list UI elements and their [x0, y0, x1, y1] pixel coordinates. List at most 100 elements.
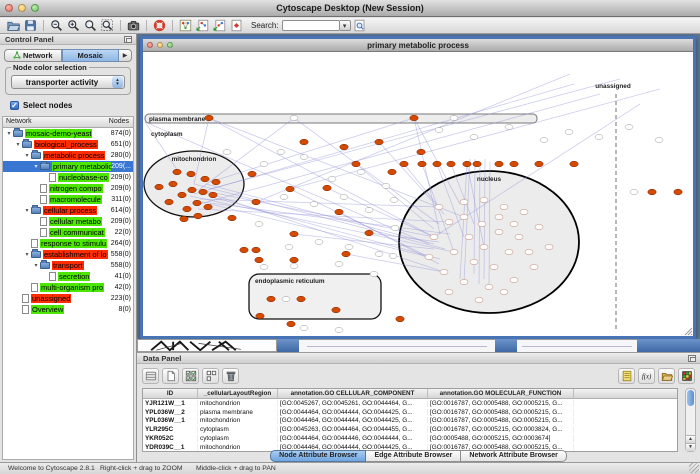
network-node[interactable] [440, 269, 448, 274]
network-node-selected[interactable] [256, 313, 264, 319]
network-node-selected[interactable] [297, 296, 305, 302]
network-node[interactable] [425, 254, 433, 259]
network-node-selected[interactable] [674, 189, 682, 195]
disclosure-triangle-icon[interactable]: ▾ [23, 152, 31, 159]
network-node[interactable] [223, 150, 231, 155]
heatmap-icon[interactable] [678, 368, 695, 384]
network-node-selected[interactable] [340, 144, 348, 150]
select-nodes-checkbox[interactable]: ✓ [10, 101, 19, 110]
tree-column-headers[interactable]: Network Nodes [2, 116, 134, 127]
network-node-selected[interactable] [473, 161, 481, 167]
network-node-selected[interactable] [209, 192, 217, 198]
tree-row[interactable]: Overview8(0) [3, 304, 133, 315]
network-node[interactable] [391, 226, 399, 231]
network-node[interactable] [480, 197, 488, 202]
network-node[interactable] [535, 224, 543, 229]
network-node-selected[interactable] [463, 161, 471, 167]
network-node-selected[interactable] [342, 251, 350, 257]
network-node[interactable] [450, 249, 458, 254]
network-node-selected[interactable] [240, 247, 248, 253]
background-window-edge[interactable] [637, 339, 700, 352]
network-node[interactable] [435, 204, 443, 209]
network-node[interactable] [450, 116, 458, 121]
network-node[interactable] [520, 209, 528, 214]
save-session-icon[interactable] [22, 19, 39, 33]
background-window-edge[interactable] [495, 339, 517, 352]
network-node-selected[interactable] [286, 186, 294, 192]
window-resize-grip[interactable] [689, 463, 699, 473]
background-network-fragment[interactable] [137, 339, 277, 352]
tab-network[interactable]: Network [4, 49, 62, 62]
background-window-edge[interactable] [277, 339, 299, 352]
network-node[interactable] [495, 214, 503, 219]
network-node[interactable] [260, 265, 268, 270]
tree-row[interactable]: macromolecule311(0) [3, 194, 133, 205]
network-node[interactable] [630, 190, 638, 195]
network-node[interactable] [445, 219, 453, 224]
network-node-selected[interactable] [388, 169, 396, 175]
network-node[interactable] [390, 198, 398, 203]
table-column-header[interactable]: _cellularLayoutRegion [198, 389, 278, 398]
network-node[interactable] [277, 150, 285, 155]
network-node-selected[interactable] [410, 115, 418, 121]
network-node[interactable] [460, 214, 468, 219]
network-node[interactable] [335, 262, 343, 267]
zoom-out-icon[interactable] [48, 19, 65, 33]
table-column-header[interactable]: annotation.GO CELLULAR_COMPONENT [278, 389, 428, 398]
network-node[interactable] [370, 272, 378, 277]
network-node[interactable] [478, 221, 486, 226]
network-node-selected[interactable] [433, 161, 441, 167]
network-node-selected[interactable] [495, 161, 503, 167]
disclosure-triangle-icon[interactable]: ▾ [23, 207, 31, 214]
network-node-selected[interactable] [180, 216, 188, 222]
table-row[interactable]: YKR052Ccytoplasm[GO:0044464, GO:0044446,… [143, 434, 677, 443]
network-node[interactable] [545, 244, 553, 249]
network-node[interactable] [328, 177, 336, 182]
network-node-selected[interactable] [375, 139, 383, 145]
table-column-header[interactable]: ID [143, 389, 198, 398]
network-node-selected[interactable] [252, 199, 260, 205]
network-node-selected[interactable] [169, 181, 177, 187]
scroll-up-button[interactable]: ▲ [686, 435, 695, 443]
tab-overflow-button[interactable]: ▶ [119, 49, 132, 62]
network-node-selected[interactable] [205, 115, 213, 121]
import-attributes-icon[interactable] [618, 368, 635, 384]
network-node[interactable] [625, 125, 633, 130]
select-attributes-icon[interactable] [182, 368, 199, 384]
network-overview-icon[interactable] [177, 19, 194, 33]
network-node[interactable] [565, 130, 573, 135]
network-node[interactable] [282, 297, 290, 302]
tree-row[interactable]: ▾cellular process614(0) [3, 205, 133, 216]
window-titlebar[interactable]: Cytoscape Desktop (New Session) [0, 0, 700, 17]
network-node-selected[interactable] [417, 149, 425, 155]
import-table-icon[interactable] [211, 19, 228, 33]
node-color-combobox[interactable]: transporter activity ▲▼ [11, 75, 125, 89]
network-node-selected[interactable] [178, 192, 186, 198]
import-network-icon[interactable] [194, 19, 211, 33]
tree-row[interactable]: response to stimulu264(0) [3, 238, 133, 249]
tree-row[interactable]: ▾biological_process651(0) [3, 139, 133, 150]
network-node[interactable] [375, 252, 383, 257]
network-node[interactable] [460, 279, 468, 284]
attribute-table-header[interactable]: ID_cellularLayoutRegionannotation.GO CEL… [143, 389, 677, 399]
network-node[interactable] [515, 234, 523, 239]
new-attribute-icon[interactable] [162, 368, 179, 384]
network-node-selected[interactable] [165, 199, 173, 205]
network-node[interactable] [300, 155, 308, 160]
tab-mosaic[interactable]: Mosaic [62, 49, 120, 62]
network-node[interactable] [500, 204, 508, 209]
network-node-selected[interactable] [510, 161, 518, 167]
network-node[interactable] [480, 244, 488, 249]
network-node[interactable] [505, 125, 513, 130]
network-node[interactable] [460, 199, 468, 204]
network-node-selected[interactable] [535, 161, 543, 167]
open-file-icon[interactable] [5, 19, 22, 33]
network-node-selected[interactable] [365, 230, 373, 236]
network-node-selected[interactable] [447, 161, 455, 167]
network-node[interactable] [430, 234, 438, 239]
network-node-selected[interactable] [255, 257, 263, 263]
network-view-frame[interactable]: primary metabolic process plasma membran… [140, 36, 696, 339]
network-node-selected[interactable] [199, 189, 207, 195]
network-node-selected[interactable] [188, 187, 196, 193]
tree-row[interactable]: ▾mosaic-demo-yeast874(0) [3, 128, 133, 139]
